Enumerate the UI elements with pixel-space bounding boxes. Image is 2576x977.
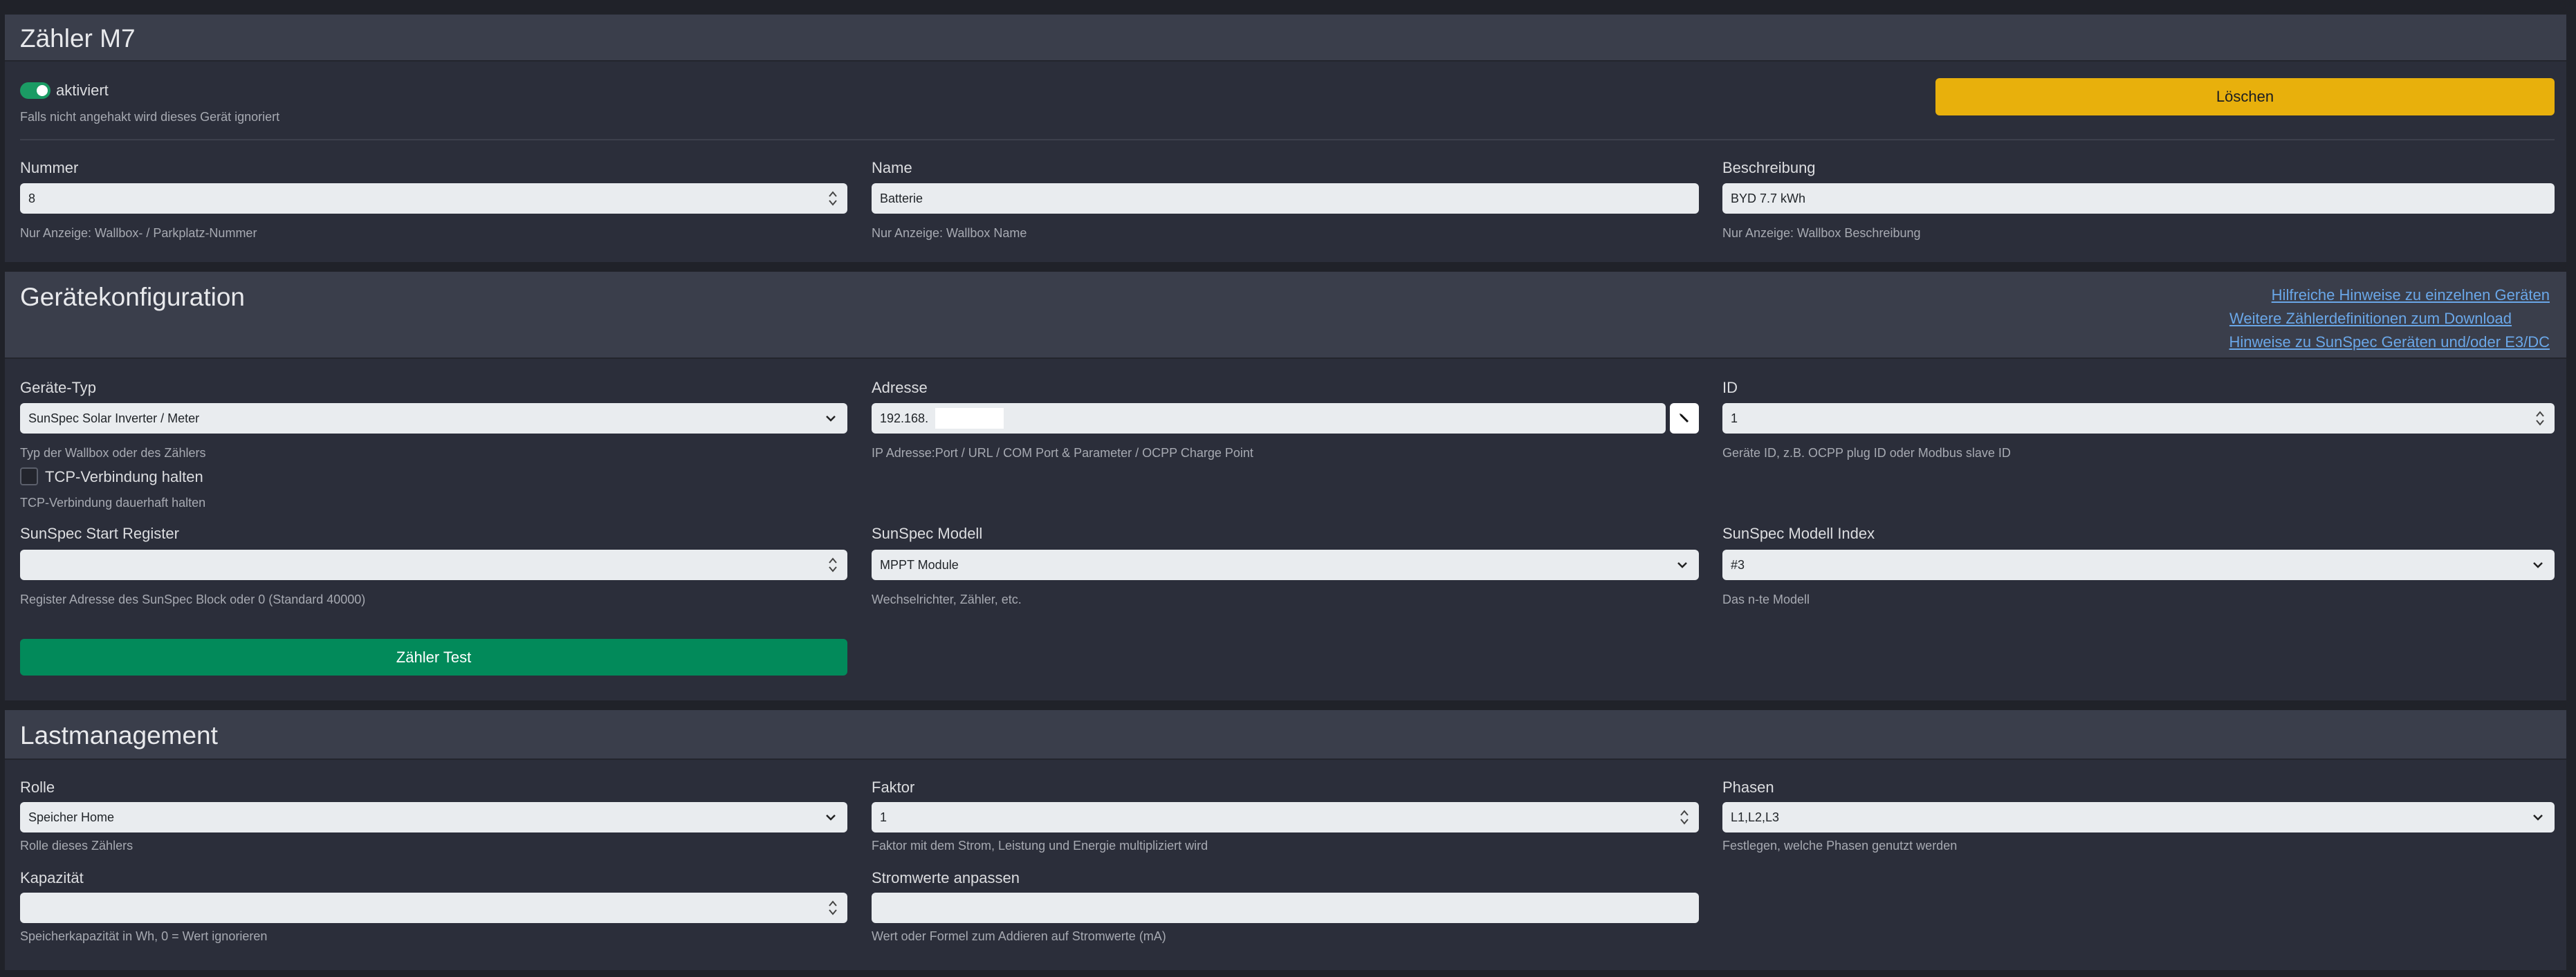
role-value: Speicher Home [28,810,115,824]
pencil-icon [1680,413,1689,423]
enabled-label: aktiviert [56,82,109,99]
load-panel-header: Lastmanagement [5,710,2566,760]
spinner-icon[interactable] [828,898,838,918]
device-type-help: Typ der Wallbox oder des Zählers [20,446,206,460]
id-label: ID [1722,379,1738,396]
factor-help: Faktor mit dem Strom, Leistung und Energ… [872,839,1208,853]
current-adjust-help: Wert oder Formel zum Addieren auf Stromw… [872,929,1166,943]
meter-divider [20,139,2555,140]
model-index-select[interactable]: #3 [1722,550,2555,580]
description-help: Nur Anzeige: Wallbox Beschreibung [1722,226,1921,240]
model-label: SunSpec Modell [872,525,983,542]
meter-panel-header: Zähler M7 [5,15,2566,62]
chevron-down-icon [2533,562,2543,568]
start-register-label: SunSpec Start Register [20,525,179,542]
device-panel-title: Gerätekonfiguration [20,283,245,311]
address-value: 192.168. [880,411,929,425]
phases-label: Phasen [1722,779,1774,796]
description-label: Beschreibung [1722,159,1816,176]
factor-value: 1 [880,810,887,824]
phases-value: L1,L2,L3 [1731,810,1780,824]
tcp-keep-help: TCP-Verbindung dauerhaft halten [20,496,206,510]
chevron-down-icon [2533,815,2543,821]
start-register-help: Register Adresse des SunSpec Block oder … [20,593,366,606]
device-panel: Gerätekonfiguration Hilfreiche Hinweise … [5,272,2566,700]
id-help: Geräte ID, z.B. OCPP plug ID oder Modbus… [1722,446,2011,460]
help-link-downloads[interactable]: Weitere Zählerdefinitionen zum Download [2229,310,2512,328]
device-panel-header: Gerätekonfiguration Hilfreiche Hinweise … [5,272,2566,359]
redaction-block [935,408,1004,429]
number-value: 8 [28,191,36,205]
description-input[interactable]: BYD 7.7 kWh [1722,183,2555,214]
load-panel: Lastmanagement Rolle Speicher Home Rolle… [5,710,2566,970]
chevron-down-icon [826,416,836,422]
address-label: Adresse [872,379,928,396]
start-register-input[interactable] [20,550,847,580]
capacity-input[interactable] [20,893,847,923]
model-select[interactable]: MPPT Module [872,550,1699,580]
device-type-select[interactable]: SunSpec Solar Inverter / Meter [20,403,847,434]
current-adjust-input[interactable] [872,893,1699,923]
id-value: 1 [1731,411,1738,425]
name-help: Nur Anzeige: Wallbox Name [872,226,1027,240]
load-panel-title: Lastmanagement [20,721,218,750]
current-adjust-label: Stromwerte anpassen [872,869,1020,886]
chevron-down-icon [1677,562,1687,568]
factor-label: Faktor [872,779,915,796]
device-type-value: SunSpec Solar Inverter / Meter [28,411,200,425]
help-link-devices[interactable]: Hilfreiche Hinweise zu einzelnen Geräten [2272,286,2550,304]
capacity-label: Kapazität [20,869,84,886]
spinner-icon[interactable] [828,555,838,575]
spinner-icon[interactable] [1680,808,1689,827]
device-type-label: Geräte-Typ [20,379,97,396]
edit-address-button[interactable] [1670,403,1699,434]
address-input[interactable]: 192.168. [872,403,1666,434]
chevron-down-icon [826,815,836,821]
number-label: Nummer [20,159,79,176]
delete-button[interactable]: Löschen [1935,78,2555,115]
spinner-icon[interactable] [2535,409,2545,428]
name-value: Batterie [880,191,923,205]
id-input[interactable]: 1 [1722,403,2555,434]
help-link-sunspec[interactable]: Hinweise zu SunSpec Geräten und/oder E3/… [2229,333,2550,351]
meter-test-button[interactable]: Zähler Test [20,639,847,676]
tcp-keep-label: TCP-Verbindung halten [45,468,203,485]
enabled-help: Falls nicht angehakt wird dieses Gerät i… [20,110,280,124]
model-help: Wechselrichter, Zähler, etc. [872,593,1022,606]
model-index-label: SunSpec Modell Index [1722,525,1875,542]
model-value: MPPT Module [880,557,959,572]
name-input[interactable]: Batterie [872,183,1699,214]
name-label: Name [872,159,912,176]
model-index-value: #3 [1731,557,1745,572]
model-index-help: Das n-te Modell [1722,593,1810,606]
phases-select[interactable]: L1,L2,L3 [1722,802,2555,832]
number-help: Nur Anzeige: Wallbox- / Parkplatz-Nummer [20,226,257,240]
phases-help: Festlegen, welche Phasen genutzt werden [1722,839,1958,853]
description-value: BYD 7.7 kWh [1731,191,1806,205]
enabled-toggle[interactable] [20,82,50,99]
role-select[interactable]: Speicher Home [20,802,847,832]
number-input[interactable]: 8 [20,183,847,214]
capacity-help: Speicherkapazität in Wh, 0 = Wert ignori… [20,929,268,943]
address-help: IP Adresse:Port / URL / COM Port & Param… [872,446,1253,460]
factor-input[interactable]: 1 [872,802,1699,832]
meter-panel: Zähler M7 aktiviert Falls nicht angehakt… [5,15,2566,262]
spinner-icon[interactable] [828,189,838,208]
role-help: Rolle dieses Zählers [20,839,134,853]
role-label: Rolle [20,779,55,796]
tcp-keep-checkbox[interactable] [20,467,38,485]
meter-panel-title: Zähler M7 [20,24,136,53]
